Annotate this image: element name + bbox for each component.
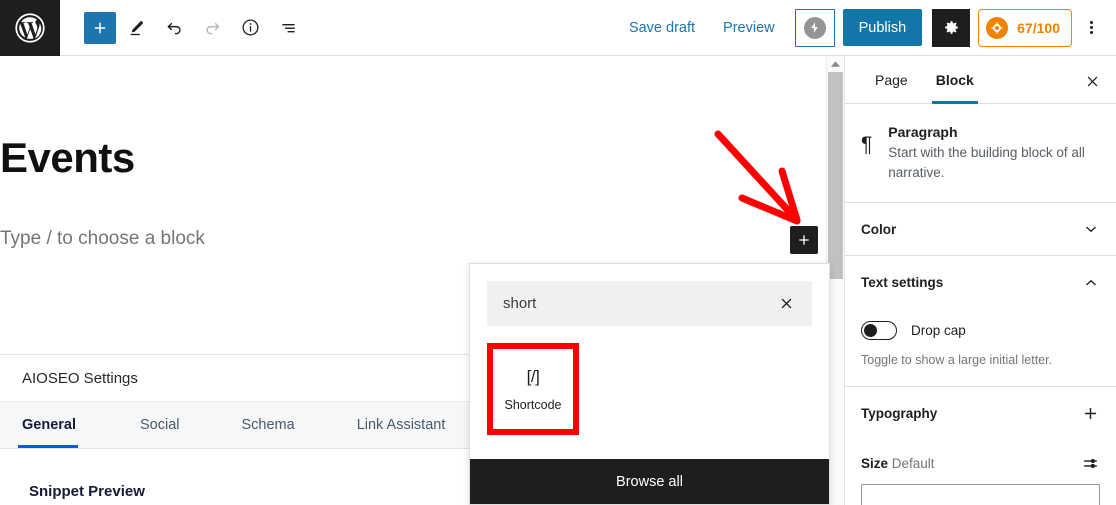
plus-icon [91, 19, 109, 37]
block-inserter-popover: short [/] Shortcode Browse all [469, 263, 830, 505]
snippet-preview-label: Snippet Preview [29, 483, 145, 500]
add-block-button[interactable] [790, 226, 818, 254]
wordpress-logo-icon [15, 12, 45, 43]
block-card-description: Start with the building block of all nar… [888, 145, 1085, 180]
section-typography[interactable]: Typography [845, 387, 1116, 440]
publish-button[interactable]: Publish [842, 9, 923, 46]
kebab-menu-icon [1089, 19, 1093, 36]
aioseo-logo-icon [986, 16, 1009, 39]
toolbar-left-tools [60, 10, 306, 46]
scrollbar-thumb[interactable] [828, 72, 843, 279]
empty-block-placeholder[interactable]: Type / to choose a block [0, 228, 205, 250]
plus-icon[interactable] [1081, 404, 1100, 423]
typography-size-row: Size Default [845, 440, 1116, 473]
block-search-field[interactable]: short [487, 281, 812, 326]
paragraph-icon: ¶ [861, 133, 873, 156]
plus-icon [796, 232, 812, 248]
list-view-button[interactable] [270, 10, 306, 46]
size-value: Default [891, 455, 935, 471]
aioseo-score-button[interactable]: 67/100 [978, 8, 1072, 47]
preview-button[interactable]: Preview [709, 12, 789, 44]
chevron-down-icon [1082, 220, 1100, 238]
list-view-icon [278, 17, 299, 38]
jetpack-button[interactable] [794, 8, 835, 47]
close-x-icon[interactable] [774, 292, 798, 316]
undo-button[interactable] [156, 10, 192, 46]
shortcode-icon: [/] [526, 366, 540, 386]
block-inserter-toggle-button[interactable] [84, 11, 116, 44]
chevron-up-icon[interactable] [827, 56, 844, 72]
more-options-button[interactable] [1074, 9, 1108, 47]
settings-button[interactable] [932, 8, 971, 47]
jetpack-bolt-icon [803, 16, 826, 39]
sliders-icon[interactable] [1081, 454, 1100, 473]
editor-toolbar: Save draft Preview Publish 67/100 [0, 0, 1116, 56]
section-text-settings[interactable]: Text settings [845, 256, 1116, 309]
chevron-up-icon [1082, 274, 1100, 292]
wordpress-logo-button[interactable] [0, 0, 60, 56]
info-circle-icon [240, 17, 261, 38]
size-label: Size Default [861, 456, 935, 471]
section-color[interactable]: Color [845, 203, 1116, 257]
section-typography-title: Typography [861, 405, 938, 421]
aioseo-tab-schema[interactable]: Schema [242, 402, 319, 448]
drop-cap-label: Drop cap [911, 323, 966, 339]
aioseo-tab-social[interactable]: Social [140, 402, 204, 448]
gear-icon [942, 18, 961, 37]
size-input[interactable] [861, 483, 1100, 505]
toolbar-right-actions: Save draft Preview Publish 67/100 [615, 8, 1116, 47]
block-search-results: [/] Shortcode [470, 326, 829, 459]
close-x-icon [1085, 74, 1100, 89]
block-search-value: short [503, 295, 537, 312]
block-item-label: Shortcode [504, 397, 562, 412]
browse-all-button[interactable]: Browse all [470, 459, 829, 504]
section-text-settings-title: Text settings [861, 275, 944, 291]
close-sidebar-button[interactable] [1076, 65, 1108, 97]
tab-page[interactable]: Page [861, 56, 922, 103]
aioseo-score-value: 67/100 [1017, 19, 1060, 36]
block-settings-sidebar: Page Block ¶ Paragraph Start with the bu… [844, 56, 1116, 505]
text-settings-body: Drop cap Toggle to show a large initial … [845, 309, 1116, 387]
section-color-title: Color [861, 221, 897, 237]
tools-edit-button[interactable] [118, 10, 154, 46]
block-card-title: Paragraph [888, 124, 958, 140]
aioseo-tab-link-assistant[interactable]: Link Assistant [357, 402, 470, 448]
redo-arrow-icon [202, 17, 223, 38]
redo-button[interactable] [194, 10, 230, 46]
wordpress-block-editor: Save draft Preview Publish 67/100 Events… [0, 0, 1116, 505]
post-title[interactable]: Events [0, 134, 135, 182]
pencil-icon [126, 18, 146, 38]
save-draft-button[interactable]: Save draft [615, 12, 709, 44]
details-button[interactable] [232, 10, 268, 46]
block-item-shortcode[interactable]: [/] Shortcode [487, 343, 579, 435]
selected-block-card: ¶ Paragraph Start with the building bloc… [845, 104, 1116, 204]
drop-cap-row: Drop cap [861, 321, 1100, 341]
aioseo-tab-general[interactable]: General [18, 402, 100, 448]
undo-arrow-icon [164, 17, 185, 38]
sidebar-tab-list: Page Block [845, 56, 1116, 104]
tab-block[interactable]: Block [922, 56, 988, 104]
toggle-knob [864, 324, 877, 338]
size-label-text: Size [861, 455, 889, 471]
drop-cap-toggle[interactable] [861, 321, 897, 341]
drop-cap-help-text: Toggle to show a large initial letter. [861, 353, 1053, 368]
